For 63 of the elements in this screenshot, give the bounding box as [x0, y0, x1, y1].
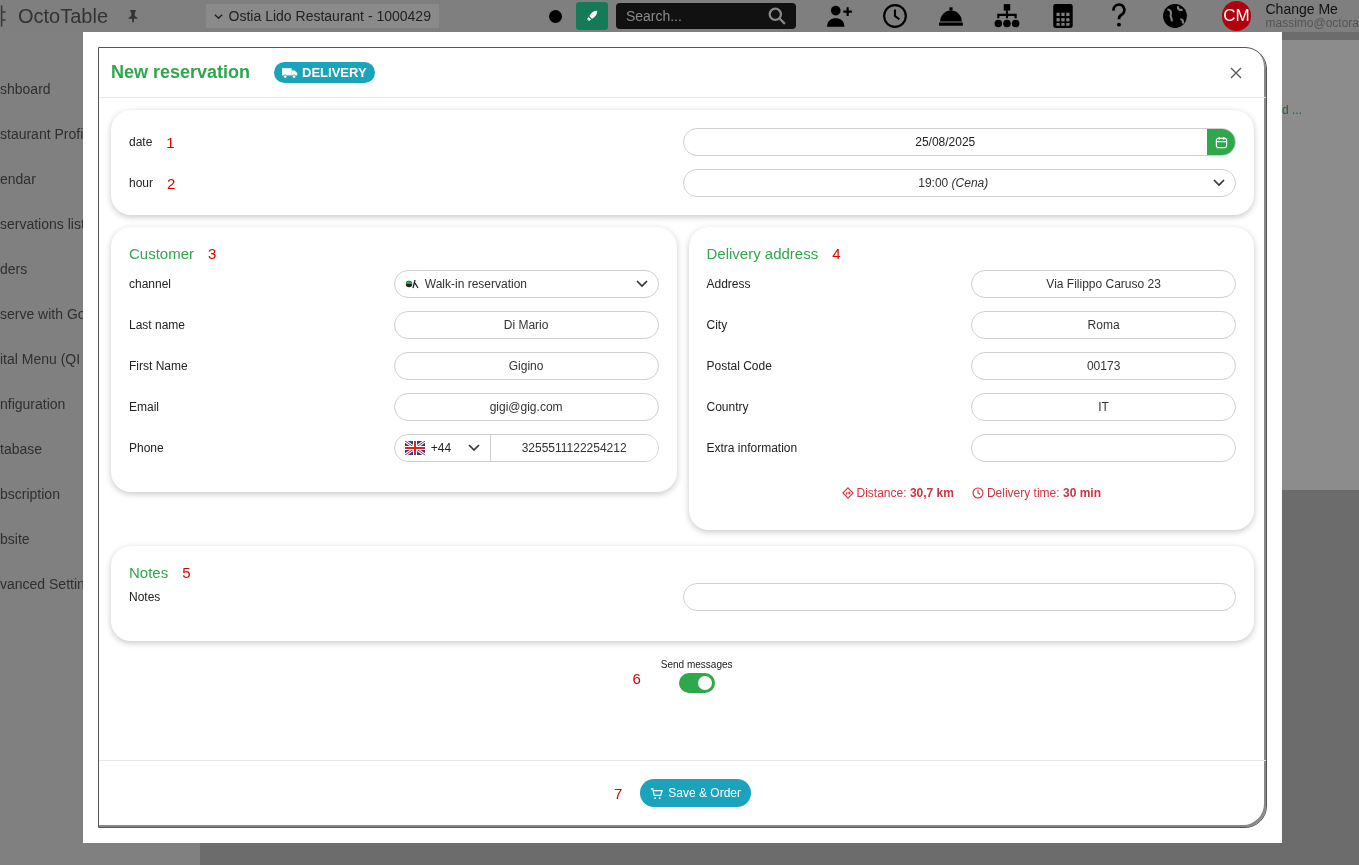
annotation-number: 5 — [182, 564, 191, 581]
calendar-icon — [1214, 135, 1228, 149]
annotation-number: 1 — [166, 133, 175, 151]
add-user-icon[interactable] — [825, 3, 852, 29]
field-label: Postal Code — [706, 359, 772, 373]
field-label: Phone — [129, 441, 164, 455]
uk-flag-icon — [404, 441, 425, 455]
input-field[interactable]: Di Mario — [393, 311, 659, 339]
walk-in-icon — [404, 279, 419, 289]
field-label: hour — [129, 176, 154, 190]
annotation-number: 3 — [208, 245, 217, 262]
chevron-icon — [635, 280, 648, 288]
field-label: Address — [706, 277, 751, 291]
delivery-time-text: Delivery time: 30 min — [986, 486, 1101, 500]
clock-icon[interactable] — [881, 3, 908, 29]
input-field[interactable]: Via Filippo Caruso 23 — [971, 270, 1236, 298]
cart-icon — [650, 786, 664, 800]
send-messages-toggle[interactable] — [678, 673, 715, 693]
field-label: channel — [129, 277, 172, 291]
distance-text: Distance: 30,7 km — [856, 486, 954, 500]
restaurant-selector[interactable]: Ostia Lido Restaurant - 1000429 — [205, 4, 439, 28]
notes-field[interactable] — [682, 583, 1236, 611]
toggle-label: Send messages — [660, 659, 733, 670]
input-field[interactable]: IT — [971, 393, 1236, 421]
search-field[interactable]: Search... — [615, 3, 796, 29]
input-field[interactable]: Gigino — [393, 352, 659, 380]
field-label: Country — [706, 400, 749, 414]
field-label: First Name — [129, 359, 188, 373]
field-label: date — [129, 135, 153, 149]
brand-name: OctoTable — [18, 4, 109, 28]
input-field[interactable]: 00173 — [971, 352, 1236, 380]
field-label: Last name — [129, 318, 186, 332]
rocket-icon — [584, 9, 599, 23]
field-label: Email — [129, 400, 159, 414]
annotation-number: 2 — [167, 174, 176, 192]
input-field[interactable]: Roma — [971, 311, 1236, 339]
globe-icon[interactable] — [1161, 3, 1188, 29]
route-icon — [841, 487, 854, 499]
chevron-icon — [467, 444, 480, 452]
field-label: Notes — [129, 590, 161, 604]
user-avatar[interactable]: CM — [1221, 1, 1252, 31]
field-label: Extra information — [706, 441, 798, 455]
section-title: Delivery address — [706, 245, 819, 262]
status-dot-icon — [548, 9, 562, 23]
section-title: Notes — [129, 564, 169, 581]
annotation-number: 6 — [632, 669, 641, 687]
sitemap-icon[interactable] — [993, 3, 1020, 29]
input-field[interactable] — [971, 434, 1236, 462]
field-label: City — [706, 318, 728, 332]
country-code-select[interactable]: +44 — [394, 435, 491, 461]
rocket-button[interactable] — [575, 2, 608, 30]
close-icon[interactable] — [1230, 66, 1242, 79]
modal-title: New reservation — [111, 62, 251, 83]
annotation-number: 7 — [613, 784, 623, 802]
delivery-badge: DELIVERY — [274, 62, 375, 83]
chevron-icon — [1213, 179, 1225, 187]
chevron-icon — [213, 11, 223, 21]
annotation-number: 4 — [832, 245, 841, 262]
user-name: Change Me — [1265, 1, 1339, 18]
section-title: Customer — [129, 245, 195, 262]
search-icon[interactable] — [767, 7, 786, 25]
input-field[interactable]: gigi@gig.com — [393, 393, 659, 421]
clock-icon — [971, 487, 984, 499]
